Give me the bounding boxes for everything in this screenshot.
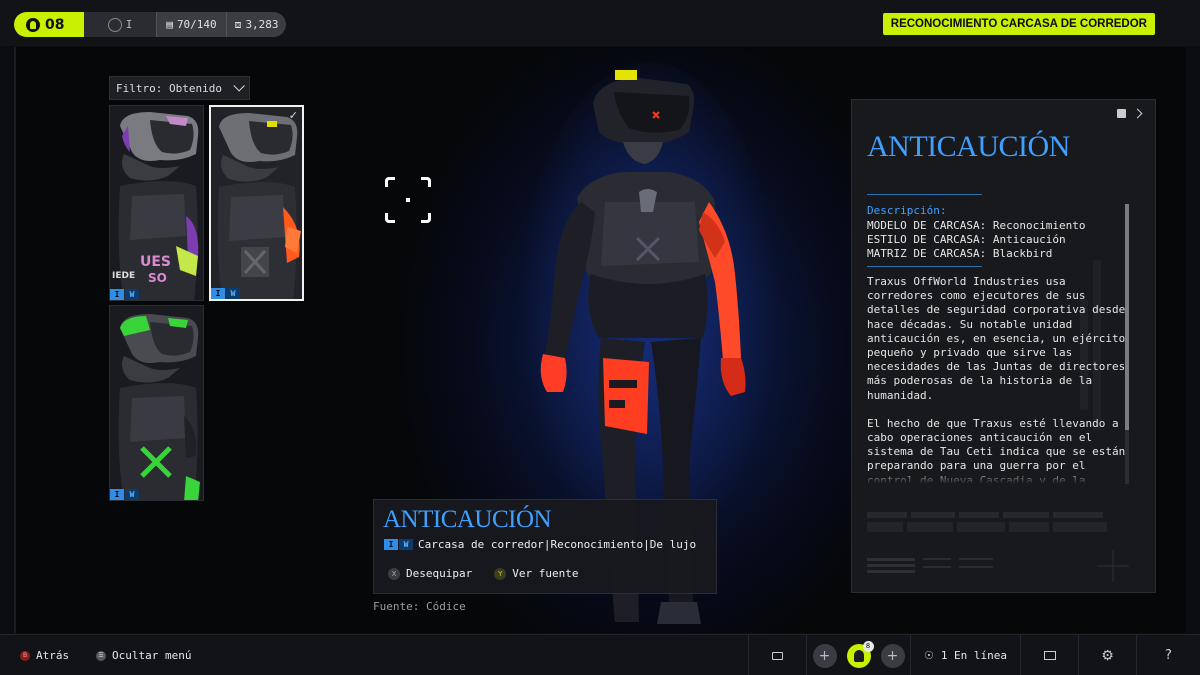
skin-thumbnail-orange [211,107,302,299]
skin-subtitle-row: I W Carcasa de corredor|Reconocimiento|D… [384,538,696,551]
skin-tags: I W [211,288,240,299]
settings-button[interactable]: ⚙ [1078,635,1136,675]
skin-meta: MODELO DE CARCASA: Reconocimiento ESTILO… [867,219,1086,261]
mail-icon [1043,651,1056,660]
tier-tag: I [110,489,124,500]
view-source-button[interactable]: Y Ver fuente [494,567,578,580]
inventory-value: 70/140 [176,18,217,31]
skin-tags: I W [384,539,413,550]
rank-badge[interactable]: I [84,12,156,37]
description-panel: ANTICAUCIÓN Descripción: MODELO DE CARCA… [851,99,1156,593]
runner-scene: Filtro: Obtenido UES SO IEDE I W ✓ I W I… [14,47,1186,633]
squad-slots: + 8 + [806,635,910,675]
svg-text:UES: UES [140,254,171,270]
view-source-label: Ver fuente [512,567,579,580]
credits-value: 3,283 [245,18,279,31]
level-badge[interactable]: 08 [14,12,84,37]
panel-nav[interactable] [1117,108,1143,119]
skin-card-orange-selected[interactable]: ✓ I W [209,105,304,301]
skin-info-box: ANTICAUCIÓN I W Carcasa de corredor|Reco… [373,499,717,594]
inventory-icon: ▤ [166,18,173,31]
divider [867,266,982,267]
tier-tag: I [211,288,225,299]
online-friends-button[interactable]: ☉ 1 En línea [910,635,1020,675]
skin-card-purple[interactable]: UES SO IEDE I W [109,105,204,301]
top-bar: 08 I ▤ 70/140 ⧈ 3,283 RECONOCIMIENTO CAR… [0,0,1200,46]
level-value: 08 [45,16,65,33]
friends-icon: ☉ [923,649,934,662]
runner-head-icon [26,17,40,32]
mail-button[interactable] [1020,635,1078,675]
svg-text:IEDE: IEDE [112,271,135,281]
wear-tag: W [125,489,139,500]
text-fade [862,470,1132,484]
meta-matrix: MATRIZ DE CARCASA: Blackbird [867,247,1053,260]
wear-tag: W [125,289,139,300]
lore-scrollbar[interactable] [1125,204,1129,484]
chevron-right-icon[interactable] [1132,108,1143,119]
help-icon: ? [1165,648,1172,663]
add-squad-right-button[interactable]: + [880,643,905,668]
inventory-count[interactable]: ▤ 70/140 [156,12,226,37]
skin-thumbnail-purple: UES SO IEDE [110,106,203,300]
gear-icon: ⚙ [1101,647,1114,664]
back-button[interactable]: B Atrás [20,635,69,675]
unequip-button[interactable]: X Desequipar [388,567,472,580]
lore-paragraph: Traxus OffWorld Industries usa corredore… [867,275,1126,402]
chat-icon [772,651,783,660]
divider [867,194,982,195]
rank-value: I [125,18,133,31]
source-text: Fuente: Códice [373,600,466,613]
add-squad-left-button[interactable]: + [812,643,837,668]
skin-thumbnail-green [110,306,203,500]
inspect-reticle-icon[interactable] [385,177,431,223]
lore-text[interactable]: Traxus OffWorld Industries usa corredore… [867,275,1127,483]
unequip-label: Desequipar [406,567,473,580]
chevron-down-icon [233,80,245,92]
x-button-icon: X [388,567,400,580]
help-button[interactable]: ? [1136,635,1200,675]
rank-ring-icon [107,17,122,32]
meta-style: ESTILO DE CARCASA: Anticaución [867,233,1066,246]
y-button-icon: Y [494,567,507,580]
credits-count[interactable]: ⧈ 3,283 [226,12,286,37]
skin-subtitle: Carcasa de corredor|Reconocimiento|De lu… [418,538,697,551]
menu-button-icon: ☰ [96,650,106,661]
tier-tag: I [110,289,124,300]
meta-model: MODELO DE CARCASA: Reconocimiento [867,219,1086,232]
player-level-badge: 8 [862,640,874,652]
filter-dropdown[interactable]: Filtro: Obtenido [109,76,250,100]
player-avatar[interactable]: 8 [846,640,874,668]
mode-badge: RECONOCIMIENTO CARCASA DE CORREDOR [882,13,1155,35]
wear-tag: W [226,288,240,299]
online-label: 1 En línea [940,649,1008,662]
description-label: Descripción: [867,204,947,217]
skin-name: ANTICAUCIÓN [383,506,552,533]
hide-menu-label: Ocultar menú [112,649,192,662]
skin-actions: X Desequipar Y Ver fuente [388,567,578,580]
tier-tag: I [384,539,398,550]
skin-card-green[interactable]: I W [109,305,204,501]
b-button-icon: B [20,650,30,661]
barcode-decoration [867,512,1129,582]
skin-tags: I W [110,489,139,500]
scrollbar-thumb[interactable] [1125,204,1129,430]
svg-text:SO: SO [148,271,167,285]
chat-button[interactable] [748,635,806,675]
filter-label: Filtro: Obtenido [116,81,222,95]
selected-check-icon: ✓ [288,109,298,122]
credits-icon: ⧈ [234,17,242,31]
player-stats: 08 I ▤ 70/140 ⧈ 3,283 [14,12,286,37]
back-label: Atrás [36,649,70,662]
scene-edge [14,47,16,633]
skin-tags: I W [110,289,139,300]
hide-menu-button[interactable]: ☰ Ocultar menú [96,635,191,675]
panel-title: ANTICAUCIÓN [867,130,1070,163]
page-icon [1117,109,1126,118]
wear-tag: W [399,539,413,550]
bottom-bar: B Atrás ☰ Ocultar menú + 8 + ☉ 1 En líne… [0,634,1200,675]
